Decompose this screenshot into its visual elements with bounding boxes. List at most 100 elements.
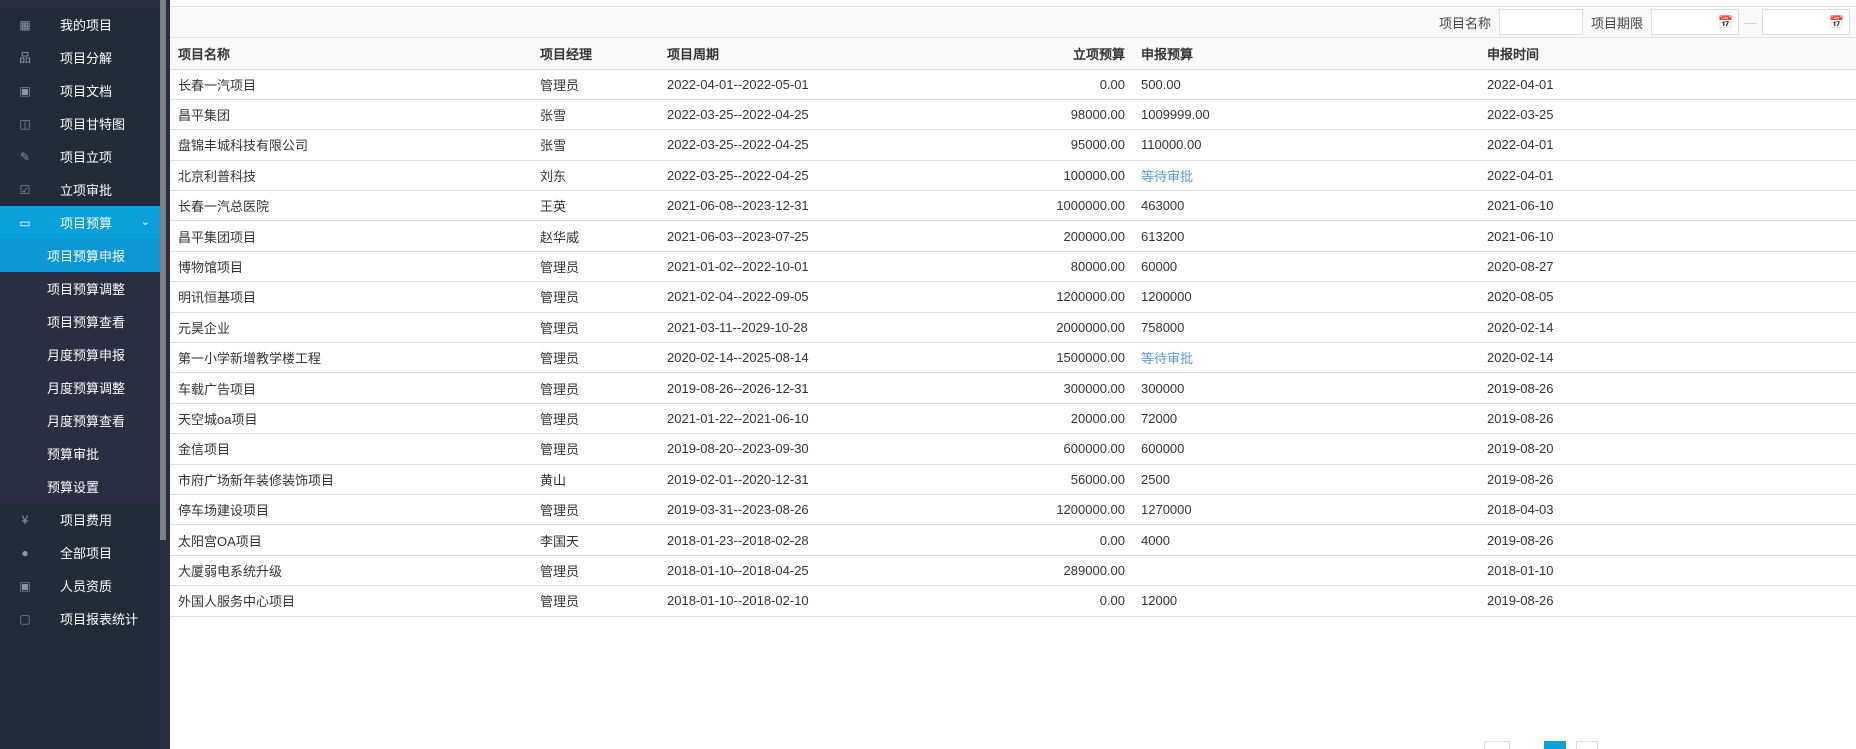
main-content: 项目名称 项目期限 📅 — 📅 项目名称 项目经理 项目周期 立项预算 申报预算 申报时间… bbox=[170, 0, 1856, 749]
prev-page-button[interactable] bbox=[1484, 741, 1510, 749]
table-cell: 外国人服务中心项目 bbox=[170, 585, 532, 617]
table-cell: 管理员 bbox=[532, 312, 659, 344]
sidebar-item-label: 项目分解 bbox=[60, 51, 113, 66]
table-row[interactable]: 明讯恒基项目 管理员 2021-02-04--2022-09-05 1200000.0… bbox=[170, 281, 1856, 313]
chart-icon: ▣ bbox=[19, 83, 31, 98]
table-row[interactable]: 盘锦丰城科技有限公司 张雪 2022-03-25--2022-04-25 95000.… bbox=[170, 129, 1856, 161]
table-cell: 2021-06-03--2023-07-25 bbox=[659, 220, 959, 252]
table-row[interactable]: 元昊企业 管理员 2021-03-11--2029-10-28 2000000.00 7… bbox=[170, 312, 1856, 344]
table-cell: 管理员 bbox=[532, 281, 659, 313]
sidebar-item-label: 项目预算 bbox=[60, 216, 113, 231]
sidebar-item[interactable]: ◫ 项目甘特图 bbox=[0, 107, 160, 140]
table-row[interactable]: 太阳宫OA项目 李国天 2018-01-23--2018-02-28 0.00 4000… bbox=[170, 524, 1856, 556]
sidebar-item[interactable]: ▦ 我的项目 bbox=[0, 8, 160, 41]
table-cell: 管理员 bbox=[532, 69, 659, 100]
sidebar-subitem[interactable]: 月度预算查看 bbox=[0, 404, 160, 437]
table-cell: 北京利普科技 bbox=[170, 160, 532, 192]
project-period-label: 项目期限 bbox=[1590, 15, 1643, 31]
sidebar-item[interactable]: ● 全部项目 bbox=[0, 536, 160, 569]
table-cell: 72000 bbox=[1133, 403, 1479, 435]
table-row[interactable]: 昌平集团 张雪 2022-03-25--2022-04-25 98000.00 1009… bbox=[170, 99, 1856, 131]
table-cell: 95000.00 bbox=[959, 129, 1133, 161]
table-cell: 长春一汽总医院 bbox=[170, 190, 532, 222]
column-header[interactable]: 立项预算 bbox=[959, 38, 1133, 70]
sidebar-item-label: 项目报表统计 bbox=[60, 612, 139, 627]
table-row[interactable]: 金信项目 管理员 2019-08-20--2023-09-30 600000.00 60… bbox=[170, 433, 1856, 465]
table-cell: 停车场建设项目 bbox=[170, 494, 532, 526]
sidebar-item[interactable]: ☑ 立项审批 bbox=[0, 173, 160, 206]
sidebar-item[interactable]: ¥ 项目费用 bbox=[0, 503, 160, 536]
table-cell: 600000 bbox=[1133, 433, 1479, 465]
table-cell: 1200000.00 bbox=[959, 281, 1133, 313]
sidebar-subitem[interactable]: 项目预算查看 bbox=[0, 305, 160, 338]
table-row[interactable]: 车载广告项目 管理员 2019-08-26--2026-12-31 300000.00… bbox=[170, 372, 1856, 404]
table-cell: 2020-08-27 bbox=[1479, 251, 1856, 283]
table-cell: 管理员 bbox=[532, 342, 659, 374]
table-cell: 1500000.00 bbox=[959, 342, 1133, 374]
table-row[interactable]: 停车场建设项目 管理员 2019-03-31--2023-08-26 1200000.… bbox=[170, 494, 1856, 526]
table-cell: 博物馆项目 bbox=[170, 251, 532, 283]
table-row[interactable]: 北京利普科技 刘东 2022-03-25--2022-04-25 100000.00 等… bbox=[170, 160, 1856, 192]
pencil-icon: ✎ bbox=[19, 149, 31, 164]
table-row[interactable]: 博物馆项目 管理员 2021-01-02--2022-10-01 80000.00 60… bbox=[170, 251, 1856, 283]
sidebar-item[interactable]: ▢ 项目报表统计 bbox=[0, 602, 160, 635]
table-cell: 2021-06-08--2023-12-31 bbox=[659, 190, 959, 222]
calendar-icon[interactable]: 📅 bbox=[1829, 15, 1844, 29]
table-cell: 2022-04-01 bbox=[1479, 69, 1856, 100]
table-cell: 金信项目 bbox=[170, 433, 532, 465]
table-cell: 289000.00 bbox=[959, 555, 1133, 587]
table-row[interactable]: 外国人服务中心项目 管理员 2018-01-10--2018-02-10 0.00 12… bbox=[170, 585, 1856, 617]
sidebar-item-label: 项目立项 bbox=[60, 150, 113, 165]
page-2-button[interactable] bbox=[1576, 741, 1598, 749]
sidebar-item-label: 人员资质 bbox=[60, 579, 113, 594]
table-cell: 2022-03-25--2022-04-25 bbox=[659, 160, 959, 192]
checkbox-icon: ☑ bbox=[19, 182, 31, 197]
table-row[interactable]: 长春一汽总医院 王英 2021-06-08--2023-12-31 1000000.0… bbox=[170, 190, 1856, 222]
sidebar-item[interactable]: ✎ 项目立项 bbox=[0, 140, 160, 173]
table-cell: 昌平集团项目 bbox=[170, 220, 532, 252]
column-header[interactable]: 项目经理 bbox=[532, 38, 659, 70]
table-row[interactable]: 大厦弱电系统升级 管理员 2018-01-10--2018-04-25 289000.… bbox=[170, 555, 1856, 587]
table-row[interactable]: 市府广场新年装修装饰项目 黄山 2019-02-01--2020-12-31 5600… bbox=[170, 464, 1856, 495]
sidebar-subitem[interactable]: 项目预算申报 bbox=[0, 239, 160, 272]
sidebar-scrollbar[interactable] bbox=[160, 0, 166, 540]
table-cell: 500.00 bbox=[1133, 69, 1479, 100]
sidebar-item[interactable]: ▭ 项目预算 ⌄ bbox=[0, 206, 160, 239]
table-row[interactable]: 天空城oa项目 管理员 2021-01-22--2021-06-10 20000.00… bbox=[170, 403, 1856, 435]
project-name-label: 项目名称 bbox=[1438, 15, 1491, 31]
table-cell: 2021-01-22--2021-06-10 bbox=[659, 403, 959, 435]
table-cell: 张雪 bbox=[532, 129, 659, 161]
table-cell: 2021-01-02--2022-10-01 bbox=[659, 251, 959, 283]
monitor-icon: ▭ bbox=[19, 215, 31, 230]
sidebar-item[interactable]: ▣ 项目文档 bbox=[0, 74, 160, 107]
table-cell: 2021-06-10 bbox=[1479, 190, 1856, 222]
yen-file-icon: ¥ bbox=[21, 512, 29, 527]
sidebar-subitem[interactable]: 预算审批 bbox=[0, 437, 160, 470]
table-cell: 昌平集团 bbox=[170, 99, 532, 131]
table-cell: 2020-02-14--2025-08-14 bbox=[659, 342, 959, 374]
table-cell: 0.00 bbox=[959, 585, 1133, 617]
end-date-input[interactable]: 📅 bbox=[1762, 9, 1850, 35]
table-cell: 2019-03-31--2023-08-26 bbox=[659, 494, 959, 526]
calendar-icon[interactable]: 📅 bbox=[1718, 15, 1733, 29]
sidebar-subitem[interactable]: 月度预算申报 bbox=[0, 338, 160, 371]
table-cell: 2022-04-01--2022-05-01 bbox=[659, 69, 959, 100]
table-row[interactable]: 第一小学新增教学楼工程 管理员 2020-02-14--2025-08-14 1500… bbox=[170, 342, 1856, 374]
sidebar-subitem[interactable]: 项目预算调整 bbox=[0, 272, 160, 305]
column-header[interactable]: 项目名称 bbox=[170, 38, 532, 70]
column-header[interactable]: 申报时间 bbox=[1479, 38, 1856, 70]
sidebar-subitem[interactable]: 月度预算调整 bbox=[0, 371, 160, 404]
sitemap-icon: 品 bbox=[18, 51, 31, 65]
column-header[interactable]: 项目周期 bbox=[659, 38, 959, 70]
table-cell: 2500 bbox=[1133, 464, 1479, 495]
table-row[interactable]: 昌平集团项目 赵华威 2021-06-03--2023-07-25 200000.00… bbox=[170, 220, 1856, 252]
sidebar-subitem[interactable]: 预算设置 bbox=[0, 470, 160, 503]
page-1-button[interactable] bbox=[1544, 741, 1566, 749]
sidebar-item[interactable]: ▣ 人员资质 bbox=[0, 569, 160, 602]
sidebar-item[interactable]: 品 项目分解 bbox=[0, 41, 160, 74]
table-row[interactable]: 长春一汽项目 管理员 2022-04-01--2022-05-01 0.00 500.0… bbox=[170, 69, 1856, 100]
start-date-input[interactable]: 📅 bbox=[1651, 9, 1739, 35]
column-header[interactable]: 申报预算 bbox=[1133, 38, 1479, 70]
project-name-input[interactable] bbox=[1498, 9, 1583, 35]
table-cell: 管理员 bbox=[532, 403, 659, 435]
